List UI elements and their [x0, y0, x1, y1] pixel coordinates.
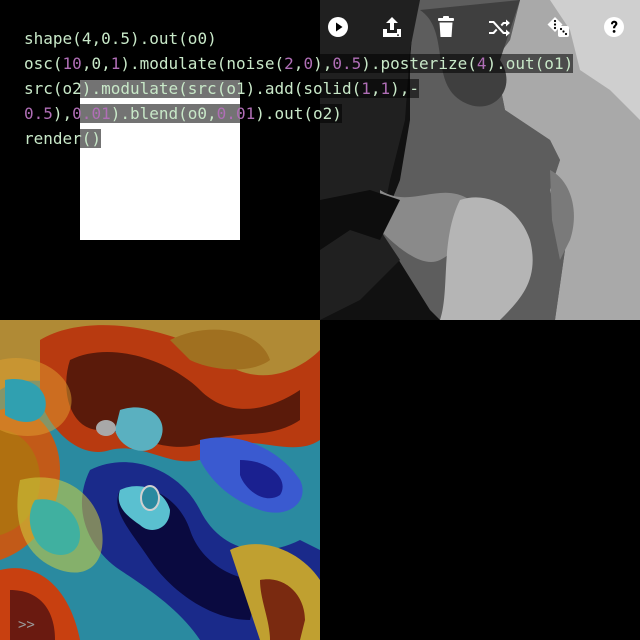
code-token: modulate — [139, 54, 217, 73]
code-editor[interactable]: shape(4,0.5).out(o0) osc(10,0,1).modulate… — [24, 26, 624, 151]
code-token: ( — [467, 54, 477, 73]
code-token: shape — [24, 29, 73, 48]
help-button[interactable] — [598, 11, 630, 43]
code-number: 0.01 — [72, 104, 111, 123]
hydra-stage: shape(4,0.5).out(o0) osc(10,0,1).modulate… — [0, 0, 640, 640]
code-token: (o0, — [178, 104, 217, 123]
code-token: ). — [255, 104, 275, 123]
output-o2 — [0, 320, 320, 640]
code-token: out — [149, 29, 179, 48]
random-button[interactable] — [542, 11, 574, 43]
code-token: ). — [486, 54, 506, 73]
console-prompt[interactable]: >> — [18, 617, 35, 633]
code-number: 2 — [284, 54, 294, 73]
code-token: out — [505, 54, 535, 73]
code-token: ). — [110, 104, 130, 123]
code-number: 1 — [110, 54, 121, 73]
code-token: posterize — [380, 54, 468, 73]
code-token: , — [81, 54, 92, 73]
code-token: solid — [303, 79, 352, 98]
run-button[interactable] — [322, 11, 354, 43]
clear-button[interactable] — [430, 11, 462, 43]
code-token: src — [187, 79, 217, 98]
code-number: 1 — [361, 79, 371, 98]
code-token: out — [274, 104, 304, 123]
help-icon — [604, 17, 624, 37]
code-token: ( — [293, 79, 304, 98]
code-token: , — [91, 29, 102, 48]
feedback-output — [0, 320, 320, 640]
code-token: ), — [313, 54, 333, 73]
code-token: , — [370, 79, 381, 98]
code-token: src — [24, 79, 53, 98]
code-token: blend — [129, 104, 179, 123]
code-token: 4 — [81, 29, 92, 48]
code-token: (o1) — [534, 54, 574, 73]
code-number: 1 — [380, 79, 391, 98]
code-number: 4 — [476, 54, 487, 73]
code-number: 0.5 — [24, 104, 53, 123]
code-token: ),- — [390, 79, 420, 98]
code-number: 10 — [62, 54, 82, 73]
code-token: ), — [52, 104, 73, 123]
code-token: ( — [216, 54, 227, 73]
code-token: ( — [351, 79, 362, 98]
code-line[interactable]: src(o2).modulate(src(o1).add(solid(1,1),… — [24, 76, 624, 101]
output-o3 — [320, 320, 640, 640]
code-token: (o2) — [303, 104, 342, 123]
code-token: osc — [24, 54, 53, 73]
code-token: add — [264, 79, 294, 98]
code-token: (o2). — [52, 79, 102, 98]
code-token: (o1). — [216, 79, 265, 98]
code-token: noise — [226, 54, 275, 73]
play-icon — [328, 17, 348, 37]
code-number: 0.01 — [216, 104, 256, 123]
code-token: ( — [72, 29, 82, 48]
upload-button[interactable] — [376, 11, 408, 43]
code-token: , — [101, 54, 111, 73]
dice-icon — [547, 17, 569, 37]
upload-icon — [383, 17, 401, 37]
code-token: ( — [52, 54, 63, 73]
code-token: modulate — [101, 79, 179, 98]
code-token: render — [24, 129, 82, 148]
code-token: 0.5 — [101, 29, 130, 48]
code-number: 0.5 — [332, 54, 362, 73]
toolbar — [320, 11, 640, 43]
code-token: ). — [361, 54, 381, 73]
shuffle-button[interactable] — [483, 11, 515, 43]
code-token: ( — [178, 79, 188, 98]
code-token: 0 — [91, 54, 102, 73]
code-token: (o0) — [178, 29, 217, 48]
code-token: ). — [130, 29, 150, 48]
code-token: , — [293, 54, 304, 73]
code-number: 0 — [303, 54, 314, 73]
code-token: ( — [274, 54, 285, 73]
code-line[interactable]: osc(10,0,1).modulate(noise(2,0),0.5).pos… — [24, 51, 624, 76]
code-token: ). — [120, 54, 140, 73]
trash-icon — [438, 16, 454, 37]
code-line[interactable]: render() — [24, 126, 624, 151]
code-token: () — [81, 129, 102, 148]
shuffle-icon — [489, 19, 510, 37]
code-line[interactable]: 0.5),0.01).blend(o0,0.01).out(o2) — [24, 101, 624, 126]
